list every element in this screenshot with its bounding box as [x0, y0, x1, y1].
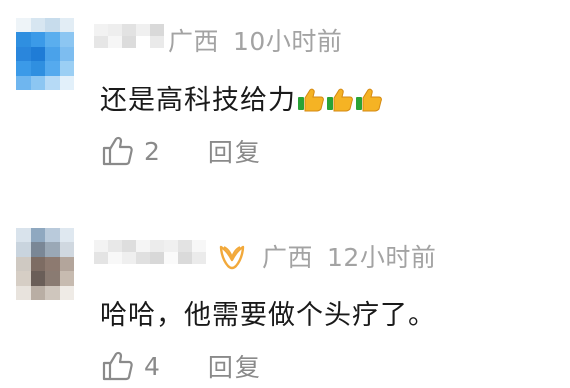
comment-actions: 4 回复: [102, 348, 262, 384]
reply-button[interactable]: 回复: [208, 348, 262, 384]
comment-text: 哈哈，他需要做个头疗了。: [100, 293, 436, 332]
comment-meta: 广西 12小时前: [218, 238, 436, 274]
location-label: 广西: [262, 243, 314, 272]
comment-item: 广西 12小时前 哈哈，他需要做个头疗了。 4 回复: [0, 0, 570, 388]
username[interactable]: [94, 240, 206, 264]
vip-badge-icon: [219, 245, 245, 270]
comment-list: 广西 10小时前 还是高科技给力 2 回复 广西 12小时前 哈哈，他需要做个头…: [0, 0, 570, 388]
avatar[interactable]: [16, 228, 74, 300]
like-count: 4: [144, 351, 160, 381]
time-label: 12小时前: [327, 243, 437, 272]
like-button[interactable]: 4: [102, 351, 160, 381]
comment-body: 哈哈，他需要做个头疗了。: [100, 300, 436, 331]
like-icon: [102, 351, 133, 381]
